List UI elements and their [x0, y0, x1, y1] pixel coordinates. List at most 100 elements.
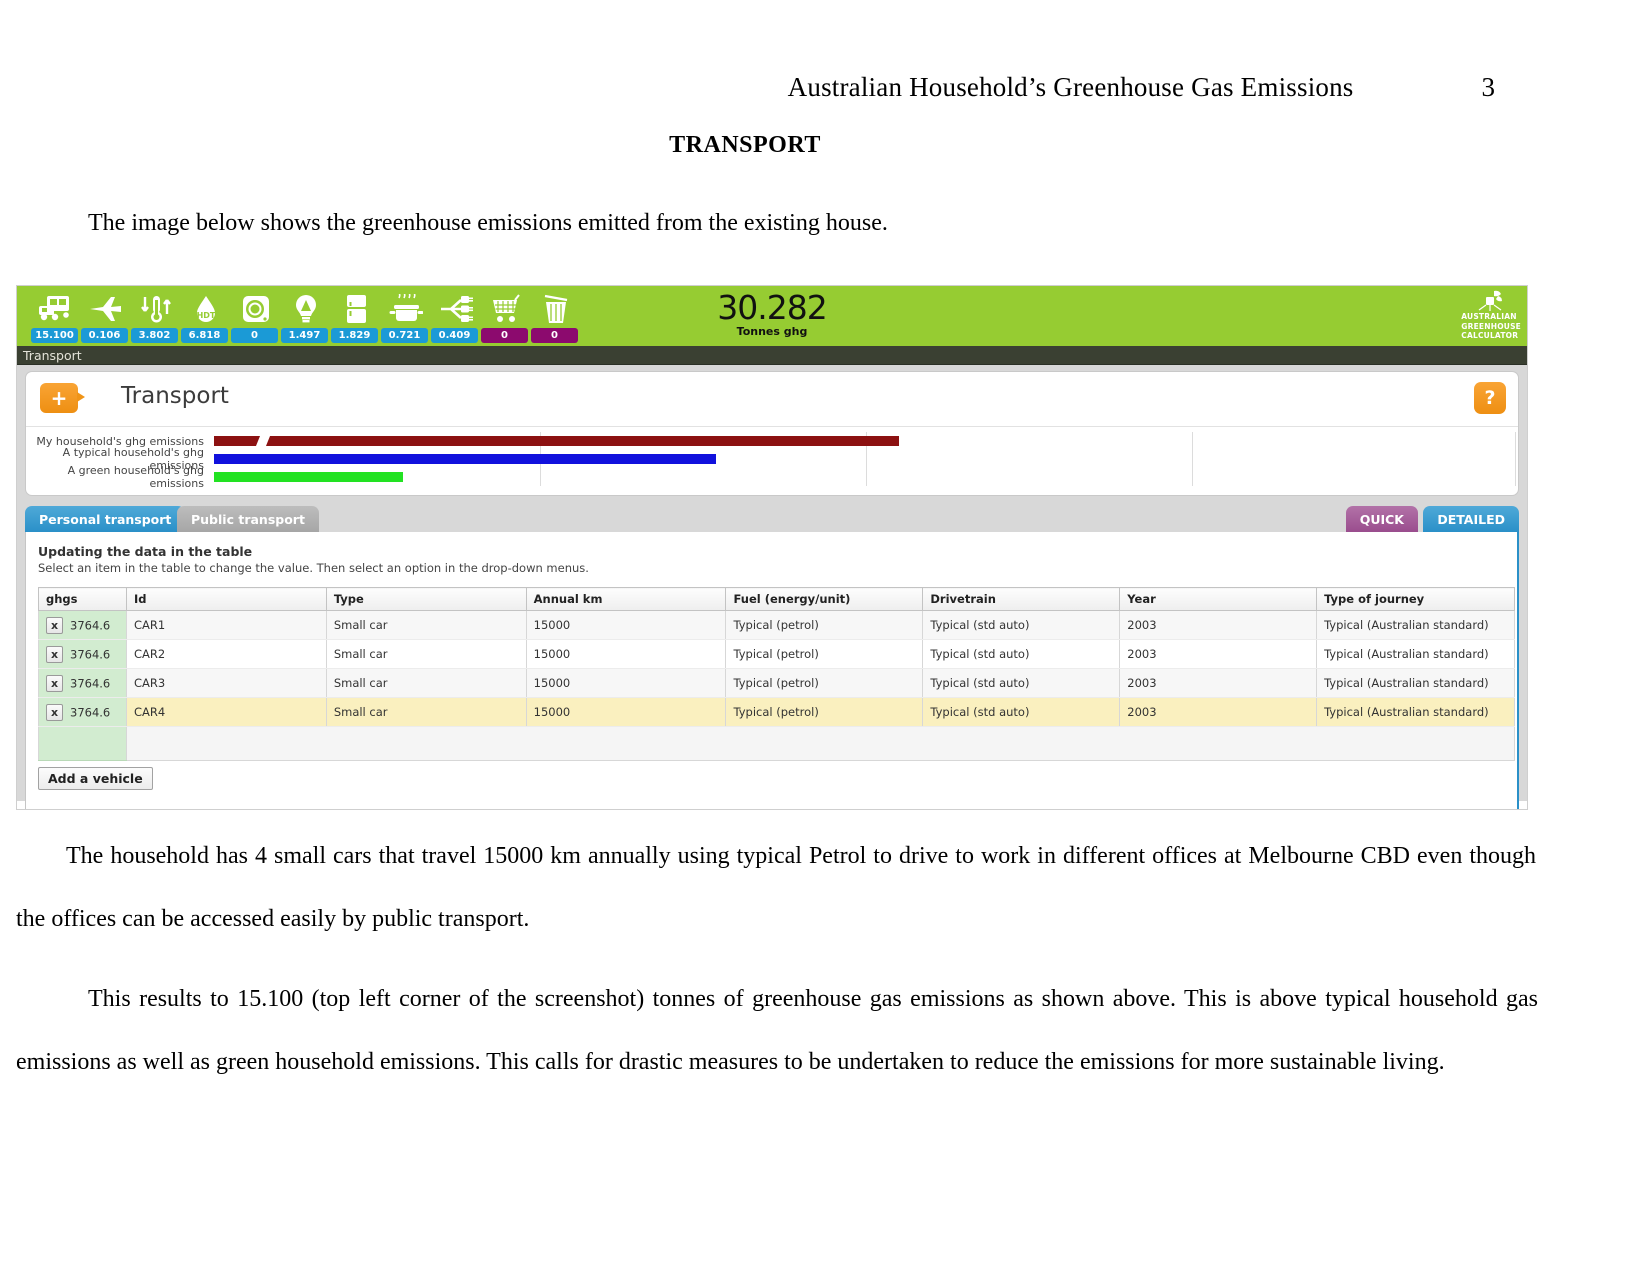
table-row-selected[interactable]: x 3764.6 CAR4 Small car 15000 Typical (pe… [38, 697, 1515, 727]
tab-quick[interactable]: QUICK [1345, 506, 1418, 532]
bar-fill-green-household [214, 472, 404, 482]
vehicle-table: ghgs Id Type Annual km Fuel (energy/unit… [38, 587, 1516, 761]
col-header-ghgs[interactable]: ghgs [38, 587, 127, 611]
emissions-comparison-chart: My household's ghg emissions A typical h… [26, 427, 1518, 490]
col-header-annual-km[interactable]: Annual km [525, 587, 727, 611]
cell-type[interactable]: Small car [325, 697, 527, 727]
cell-type[interactable]: Small car [325, 668, 527, 698]
bar-label-green-household: A green household's ghg emissions [67, 464, 204, 490]
ghgs-value: 3764.6 [70, 705, 111, 719]
breadcrumb[interactable]: Transport [23, 348, 82, 363]
bar-track-typical-household [214, 450, 1518, 468]
panel-title: Transport [121, 383, 229, 409]
col-header-type[interactable]: Type [325, 587, 527, 611]
bar-row-my-household: My household's ghg emissions [26, 432, 1518, 450]
cell-drivetrain[interactable]: Typical (std auto) [922, 668, 1121, 698]
delete-row-button[interactable]: x [46, 674, 63, 692]
cell-annual-km[interactable]: 15000 [525, 668, 727, 698]
cell-journey[interactable]: Typical (Australian standard) [1316, 697, 1515, 727]
cell-id[interactable]: CAR2 [125, 639, 327, 669]
empty-ghgs-cell [38, 726, 127, 761]
cell-drivetrain[interactable]: Typical (std auto) [922, 639, 1121, 669]
cell-year[interactable]: 2003 [1119, 610, 1318, 640]
bar-track-green-household [214, 468, 1518, 486]
breadcrumb-bar: Transport [17, 346, 1527, 365]
app-body: + Transport ? My household's ghg emissio… [17, 365, 1527, 809]
col-header-fuel[interactable]: Fuel (energy/unit) [725, 587, 924, 611]
help-question-icon[interactable]: ? [1474, 382, 1506, 414]
running-head-title: Australian Household’s Greenhouse Gas Em… [787, 72, 1354, 102]
cell-fuel[interactable]: Typical (petrol) [725, 697, 924, 727]
empty-cell [125, 726, 1516, 761]
table-empty-row [38, 726, 1516, 761]
expand-plus-button[interactable]: + [40, 383, 85, 413]
document-running-head: Australian Household’s Greenhouse Gas Em… [0, 72, 1650, 103]
ghgs-cell: x 3764.6 [38, 610, 127, 640]
cell-journey[interactable]: Typical (Australian standard) [1316, 639, 1515, 669]
cell-annual-km[interactable]: 15000 [525, 639, 727, 669]
personal-transport-panel: Updating the data in the table Select an… [25, 532, 1519, 809]
ghgs-cell: x 3764.6 [38, 668, 127, 698]
cell-fuel[interactable]: Typical (petrol) [725, 639, 924, 669]
tab-detailed[interactable]: DETAILED [1423, 506, 1519, 532]
ghgs-cell: x 3764.6 [38, 639, 127, 669]
cell-id[interactable]: CAR4 [125, 697, 327, 727]
greenhouse-calculator-screenshot: HDT 15.100 0.106 3.802 6.818 0 1.497 1.8… [16, 285, 1528, 810]
delete-row-button[interactable]: x [46, 703, 63, 721]
bar-track-my-household [214, 432, 1518, 450]
bar-fill-typical-household [214, 454, 717, 464]
bar-row-green-household: A green household's ghg emissions [26, 464, 1518, 490]
intro-paragraph: The image below shows the greenhouse emi… [88, 210, 888, 236]
instructions-subtitle: Select an item in the table to change th… [38, 561, 589, 575]
panel-header: + Transport ? [26, 372, 1518, 427]
body-paragraph-1: The household has 4 small cars that trav… [16, 843, 1536, 932]
page-number: 3 [1481, 72, 1496, 102]
cell-journey[interactable]: Typical (Australian standard) [1316, 668, 1515, 698]
logo-line-3: CALCULATOR [1461, 331, 1519, 340]
table-row[interactable]: x 3764.6 CAR3 Small car 15000 Typical (pe… [38, 668, 1515, 698]
app-top-bar: HDT 15.100 0.106 3.802 6.818 0 1.497 1.8… [17, 286, 1527, 346]
logo-leaf-icon [1461, 290, 1521, 312]
cell-id[interactable]: CAR1 [125, 610, 327, 640]
ghgs-value: 3764.6 [70, 647, 111, 661]
cell-annual-km[interactable]: 15000 [525, 697, 727, 727]
cell-type[interactable]: Small car [325, 639, 527, 669]
total-emissions-unit: Tonnes ghg [736, 325, 808, 338]
cell-drivetrain[interactable]: Typical (std auto) [922, 697, 1121, 727]
logo-line-1: AUSTRALIAN [1461, 312, 1517, 321]
col-header-id[interactable]: Id [125, 587, 327, 611]
col-header-drivetrain[interactable]: Drivetrain [922, 587, 1121, 611]
cell-id[interactable]: CAR3 [125, 668, 327, 698]
add-vehicle-button[interactable]: Add a vehicle [38, 767, 153, 790]
cell-year[interactable]: 2003 [1119, 639, 1318, 669]
table-header-row: ghgs Id Type Annual km Fuel (energy/unit… [38, 587, 1515, 611]
ghgs-cell: x 3764.6 [38, 697, 127, 727]
section-heading: TRANSPORT [669, 132, 821, 158]
cell-type[interactable]: Small car [325, 610, 527, 640]
cell-fuel[interactable]: Typical (petrol) [725, 610, 924, 640]
cell-fuel[interactable]: Typical (petrol) [725, 668, 924, 698]
table-row[interactable]: x 3764.6 CAR2 Small car 15000 Typical (pe… [38, 639, 1515, 669]
delete-row-button[interactable]: x [46, 645, 63, 663]
tab-public-transport[interactable]: Public transport [177, 506, 319, 532]
ghgs-value: 3764.6 [70, 618, 111, 632]
total-emissions-display: 30.282 Tonnes ghg [17, 291, 1527, 338]
cell-drivetrain[interactable]: Typical (std auto) [922, 610, 1121, 640]
col-header-type-of-journey[interactable]: Type of journey [1316, 587, 1515, 611]
cell-journey[interactable]: Typical (Australian standard) [1316, 610, 1515, 640]
body-paragraph-2: This results to 15.100 (top left corner … [16, 986, 1538, 1075]
instructions-title: Updating the data in the table [38, 544, 253, 559]
tab-personal-transport[interactable]: Personal transport [25, 506, 186, 532]
bar-row-typical-household: A typical household's ghg emissions [26, 446, 1518, 472]
cell-annual-km[interactable]: 15000 [525, 610, 727, 640]
total-emissions-value: 30.282 [717, 288, 827, 327]
australian-greenhouse-calculator-logo: AUSTRALIAN GREENHOUSE CALCULATOR [1461, 290, 1521, 341]
delete-row-button[interactable]: x [46, 616, 63, 634]
cell-year[interactable]: 2003 [1119, 697, 1318, 727]
table-row[interactable]: x 3764.6 CAR1 Small car 15000 Typical (pe… [38, 610, 1515, 640]
transport-tab-bar: Personal transport Public transport QUIC… [25, 503, 1519, 532]
col-header-year[interactable]: Year [1119, 587, 1318, 611]
ghgs-value: 3764.6 [70, 676, 111, 690]
cell-year[interactable]: 2003 [1119, 668, 1318, 698]
transport-summary-panel: + Transport ? My household's ghg emissio… [25, 371, 1519, 496]
